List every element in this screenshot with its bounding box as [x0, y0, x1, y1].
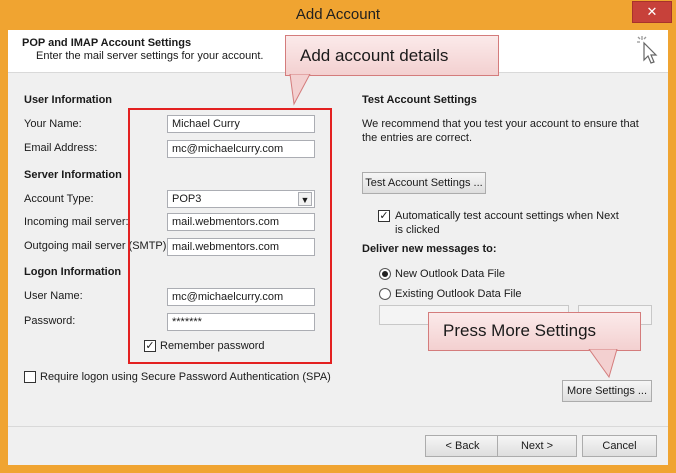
spa-label: Require logon using Secure Password Auth…	[40, 371, 331, 383]
new-data-file-radio[interactable]	[379, 268, 391, 280]
server-info-heading: Server Information	[24, 169, 122, 181]
more-settings-button[interactable]: More Settings ...	[562, 380, 652, 402]
window-title: Add Account	[295, 6, 381, 23]
deliver-heading: Deliver new messages to:	[362, 243, 497, 255]
callout-pointer-bottom	[588, 349, 618, 379]
auto-test-checkbox[interactable]: ✓	[378, 210, 390, 222]
username-label: User Name:	[24, 290, 83, 302]
callout-pointer-top	[289, 74, 311, 106]
header-title: POP and IMAP Account Settings	[22, 37, 192, 49]
test-settings-description: We recommend that you test your account …	[362, 118, 639, 144]
next-button[interactable]: Next >	[497, 435, 577, 457]
test-settings-heading: Test Account Settings	[362, 94, 477, 106]
highlight-box	[128, 108, 332, 364]
cancel-button[interactable]: Cancel	[582, 435, 657, 457]
radio-selected-dot	[382, 271, 388, 277]
back-button[interactable]: < Back	[425, 435, 500, 457]
existing-data-file-label: Existing Outlook Data File	[395, 288, 522, 300]
password-label: Password:	[24, 315, 76, 327]
account-type-label: Account Type:	[24, 193, 94, 205]
auto-test-label: Automatically test account settings when…	[395, 210, 619, 236]
footer-divider	[8, 426, 668, 427]
close-button[interactable]: ✕	[632, 1, 672, 23]
logon-info-heading: Logon Information	[24, 266, 122, 278]
email-label: Email Address:	[24, 142, 98, 154]
incoming-server-label: Incoming mail server:	[24, 216, 129, 228]
your-name-label: Your Name:	[24, 118, 82, 130]
existing-data-file-radio[interactable]	[379, 288, 391, 300]
user-info-heading: User Information	[24, 94, 113, 106]
callout-more-settings: Press More Settings	[428, 312, 641, 351]
title-bar: Add Account	[0, 0, 676, 30]
spa-checkbox[interactable]	[24, 371, 36, 383]
header-subtitle: Enter the mail server settings for your …	[36, 50, 264, 62]
pointer-sparkle-icon	[637, 36, 658, 64]
callout-add-account: Add account details	[285, 35, 499, 76]
test-account-settings-button[interactable]: Test Account Settings ...	[362, 172, 486, 194]
new-data-file-label: New Outlook Data File	[395, 268, 506, 280]
